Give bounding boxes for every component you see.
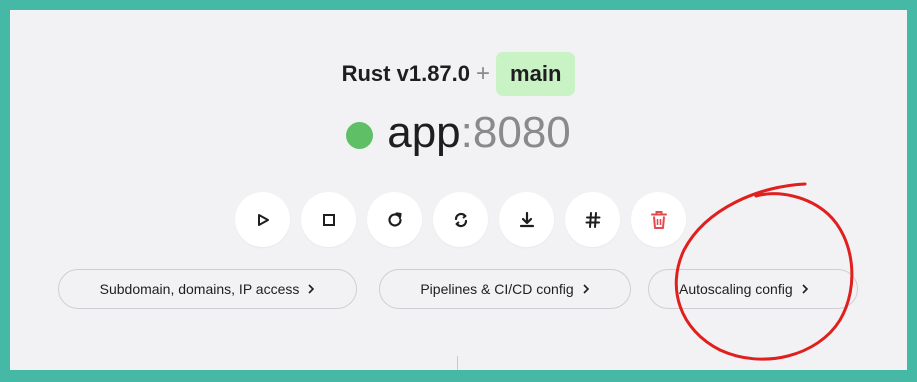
download-icon [519, 211, 534, 227]
chevron-right-icon [801, 284, 809, 294]
env-variables-button[interactable] [565, 192, 620, 247]
chevron-right-icon [307, 284, 315, 294]
app-port: :8080 [460, 108, 571, 157]
app-title: app :8080 [10, 106, 907, 160]
delete-button[interactable] [631, 192, 686, 247]
autoscaling-link[interactable]: Autoscaling config [648, 269, 858, 309]
pipelines-link-label: Pipelines & CI/CD config [420, 281, 574, 297]
hash-icon [585, 211, 600, 228]
pipelines-link[interactable]: Pipelines & CI/CD config [379, 269, 631, 309]
restart-icon [387, 211, 402, 227]
runtime-header: Rust v1.87.0 + main [10, 52, 907, 96]
stop-button[interactable] [301, 192, 356, 247]
redeploy-icon [454, 212, 467, 227]
domains-link-label: Subdomain, domains, IP access [99, 281, 300, 297]
redeploy-button[interactable] [433, 192, 488, 247]
download-button[interactable] [499, 192, 554, 247]
trash-icon [650, 210, 667, 229]
restart-button[interactable] [367, 192, 422, 247]
plus-separator: + [476, 60, 491, 87]
status-indicator-icon [346, 121, 374, 149]
app-name: app [387, 108, 461, 157]
action-toolbar [235, 192, 686, 247]
runtime-version: Rust v1.87.0 [341, 61, 471, 86]
stop-icon [322, 213, 335, 226]
chevron-right-icon [582, 284, 590, 294]
start-button[interactable] [235, 192, 290, 247]
branch-badge[interactable]: main [496, 52, 576, 96]
domains-link[interactable]: Subdomain, domains, IP access [58, 269, 357, 309]
play-icon [257, 213, 269, 226]
app-panel: Rust v1.87.0 + main app :8080 Subdomain,… [10, 10, 907, 370]
autoscaling-link-label: Autoscaling config [679, 281, 793, 297]
divider [457, 356, 458, 370]
